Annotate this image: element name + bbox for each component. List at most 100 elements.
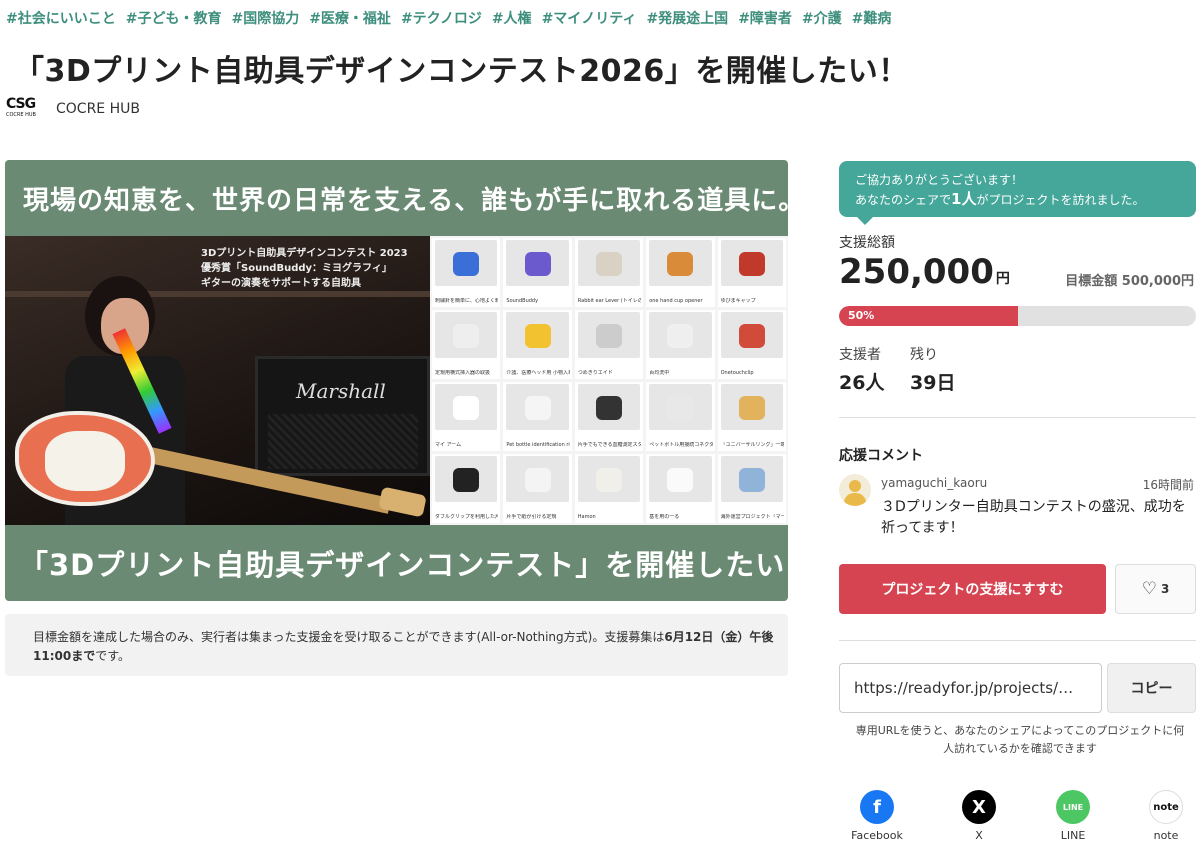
tag-link[interactable]: #マイノリティ xyxy=(542,11,637,27)
tag-link[interactable]: #医療・福祉 xyxy=(309,11,391,27)
product-thumbnail: ダブルクリップを利用した片手で xyxy=(432,454,501,523)
product-photo xyxy=(506,312,569,358)
product-photo xyxy=(720,456,783,502)
toast-prefix: あなたのシェアで xyxy=(855,193,952,207)
product-caption: ゆびまキャップ xyxy=(720,298,756,304)
product-caption: 基を用の一る xyxy=(649,514,680,520)
product-photo xyxy=(649,384,712,430)
product-thumbnail: 片手でもできる血糖測定スタンド xyxy=(574,382,644,451)
product-photo xyxy=(435,312,498,358)
total-label: 支援総額 xyxy=(839,235,895,251)
funding-notice: 目標金額を達成した場合のみ、実行者は集まった支援金を受け取ることができます(Al… xyxy=(5,614,788,676)
product-object xyxy=(667,324,694,348)
copy-url-button[interactable]: コピー xyxy=(1107,663,1196,713)
product-object xyxy=(453,252,480,276)
tag-link[interactable]: #国際協力 xyxy=(231,11,299,27)
progress-bar: 50% xyxy=(839,306,1196,326)
product-object xyxy=(524,468,551,492)
toast-count: 1人 xyxy=(951,190,977,208)
product-photo xyxy=(506,240,569,286)
product-thumbnail: 海外運営プロジェクト「マーレ」 xyxy=(717,454,786,523)
tag-link[interactable]: #難病 xyxy=(852,11,892,27)
product-caption: 片手でもできる血糖測定スタンド xyxy=(577,442,642,448)
product-thumbnail: Onetouchclip xyxy=(717,310,786,379)
hero-bottom-text: 「3Dプリント自助具デザインコンテスト」を開催したい！ xyxy=(19,548,788,582)
tag-link[interactable]: #発展途上国 xyxy=(646,11,728,27)
tag-link[interactable]: #テクノロジ xyxy=(401,11,482,27)
product-photo xyxy=(720,240,783,286)
product-caption: ダブルクリップを利用した片手で xyxy=(435,514,499,520)
product-object xyxy=(667,252,694,276)
supporters-label: 支援者 xyxy=(839,347,881,363)
product-thumbnail: 百均洗中 xyxy=(646,310,715,379)
share-url-field[interactable]: https://readyfor.jp/projects/… xyxy=(839,663,1102,713)
product-object xyxy=(595,396,622,420)
product-thumbnail: 定規用横式挿入器の取扱 xyxy=(432,310,501,379)
remaining-value: 39日 xyxy=(910,372,956,394)
product-photo xyxy=(649,240,712,286)
product-caption: 海外運営プロジェクト「マーレ」 xyxy=(720,514,784,520)
product-thumbnail: 片手で紙が引ける定規 xyxy=(503,454,572,523)
remaining-stat: 残り 39日 xyxy=(910,344,955,395)
goal-amount: 目標金額 500,000円 xyxy=(1065,274,1194,289)
share-label: X xyxy=(975,829,983,842)
product-thumbnail: 「ユニバーサルリング」一端 xyxy=(717,382,786,451)
product-object xyxy=(453,468,480,492)
product-caption: 「ユニバーサルリング」一端 xyxy=(720,442,784,448)
product-caption: Rabbit ear Lever (トイレの紐) xyxy=(577,298,642,304)
owner-logo-sub: COCRE HUB xyxy=(6,112,36,118)
facebook-icon: f xyxy=(860,790,894,824)
owner-name[interactable]: COCRE HUB xyxy=(56,101,140,117)
remaining-label: 残り xyxy=(910,347,938,363)
guitar-pickguard xyxy=(45,431,125,491)
product-object xyxy=(738,468,765,492)
comment-time: 16時間前 xyxy=(1142,478,1194,492)
product-object xyxy=(667,396,694,420)
product-photo xyxy=(577,384,641,430)
product-caption: 百均洗中 xyxy=(649,370,670,376)
amp-grill xyxy=(268,414,418,469)
product-thumbnail: Hamon xyxy=(574,454,644,523)
url-note: 専用URLを使うと、あなたのシェアによってこのプロジェクトに何人訪れているかを確… xyxy=(855,724,1185,755)
share-x-button[interactable]: XX xyxy=(949,790,1009,842)
project-title: 「3Dプリント自助具デザインコンテスト2026」を開催したい！ xyxy=(14,54,909,89)
product-thumbnail: 介護、医療ヘッド用 小物入れ xyxy=(503,310,572,379)
product-thumbnail: SoundBuddy xyxy=(503,238,572,307)
product-thumbnail: 刺繍針を簡単に、心地よく刺繍 xyxy=(432,238,501,307)
like-button[interactable]: ♡ 3 xyxy=(1115,564,1196,614)
product-photo xyxy=(720,384,783,430)
product-photo xyxy=(435,240,498,286)
product-photo xyxy=(577,456,641,502)
tag-link[interactable]: #社会にいいこと xyxy=(6,11,116,27)
product-photo xyxy=(577,240,641,286)
product-thumbnail: ゆびまキャップ xyxy=(717,238,786,307)
supporters-value: 26人 xyxy=(839,372,885,394)
project-owner[interactable]: CSG COCRE HUB COCRE HUB xyxy=(6,96,140,122)
product-thumbnail: マイ アーム xyxy=(432,382,501,451)
product-thumbnail: ペットボトル用接続コネクタ xyxy=(646,382,715,451)
tag-link[interactable]: #子ども・教育 xyxy=(126,11,222,27)
product-thumbnail: Pet bottle identification ring xyxy=(503,382,572,451)
tag-list: #社会にいいこと #子ども・教育 #国際協力 #医療・福祉 #テクノロジ #人権 #マイノリ… xyxy=(6,8,901,28)
product-caption: マイ アーム xyxy=(435,442,462,448)
divider xyxy=(839,417,1196,418)
product-thumbnail: Rabbit ear Lever (トイレの紐) xyxy=(574,238,644,307)
product-caption: Onetouchclip xyxy=(720,370,754,376)
product-object xyxy=(453,324,480,348)
tag-link[interactable]: #介護 xyxy=(802,11,842,27)
avatar[interactable] xyxy=(839,474,871,506)
product-object xyxy=(524,252,551,276)
product-photo xyxy=(649,456,712,502)
support-project-button[interactable]: プロジェクトの支援にすすむ xyxy=(839,564,1106,614)
share-line-button[interactable]: LINE LINE xyxy=(1043,790,1103,842)
line-icon: LINE xyxy=(1056,790,1090,824)
tag-link[interactable]: #障害者 xyxy=(738,11,792,27)
total-amount: 250,000 円 xyxy=(839,252,1010,292)
product-caption: 介護、医療ヘッド用 小物入れ xyxy=(506,370,570,376)
tag-link[interactable]: #人権 xyxy=(492,11,532,27)
share-note-button[interactable]: note note xyxy=(1136,790,1196,842)
comment-user[interactable]: yamaguchi_kaoru xyxy=(881,476,987,490)
share-facebook-button[interactable]: f Facebook xyxy=(847,790,907,842)
product-object xyxy=(595,324,622,348)
hero-top-text: 現場の知恵を、世界の日常を支える、誰もが手に取れる道具に。 xyxy=(23,185,788,216)
